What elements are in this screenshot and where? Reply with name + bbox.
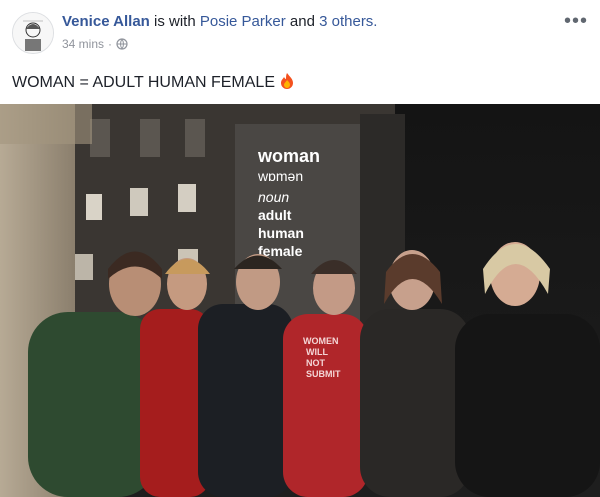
projection-line-1: woman	[257, 146, 320, 166]
post-header: Venice Allan is with Posie Parker and 3 …	[0, 0, 600, 64]
post-text-body: WOMAN = ADULT HUMAN FEMALE	[12, 74, 275, 91]
projection-line-2: wɒmən	[257, 168, 303, 184]
globe-icon[interactable]	[116, 38, 128, 50]
post-meta-line: Venice Allan is with Posie Parker and 3 …	[62, 13, 377, 30]
shirt-line-2: WILL	[306, 347, 328, 357]
separator-dot: ·	[108, 37, 113, 51]
shirt-line-3: NOT	[306, 358, 326, 368]
author-name-link[interactable]: Venice Allan	[62, 13, 150, 30]
avatar-drawing	[13, 13, 53, 53]
post-photo[interactable]: woman wɒmən noun adult human female WOME…	[0, 104, 600, 497]
tagged-user-link[interactable]: Posie Parker	[200, 13, 286, 30]
with-text: is with	[154, 13, 196, 30]
projection-line-3: noun	[258, 189, 289, 205]
post-text: WOMAN = ADULT HUMAN FEMALE	[12, 72, 295, 92]
timestamp-link[interactable]: 34 mins	[62, 37, 104, 51]
projection-line-4: adult	[258, 207, 292, 223]
author-avatar[interactable]	[12, 12, 54, 54]
more-options-icon[interactable]: •••	[564, 10, 588, 33]
others-link[interactable]: 3 others.	[319, 13, 377, 30]
photo-scene: woman wɒmən noun adult human female WOME…	[0, 104, 600, 497]
post-subline: 34 mins ·	[62, 37, 128, 51]
shirt-line-1: WOMEN	[303, 336, 339, 346]
group-of-people: WOMEN WILL NOT SUBMIT	[28, 242, 600, 497]
shirt-line-4: SUBMIT	[306, 369, 341, 379]
and-text: and	[289, 13, 315, 30]
projection-line-5: human	[258, 225, 304, 241]
fire-emoji-icon	[281, 73, 294, 89]
